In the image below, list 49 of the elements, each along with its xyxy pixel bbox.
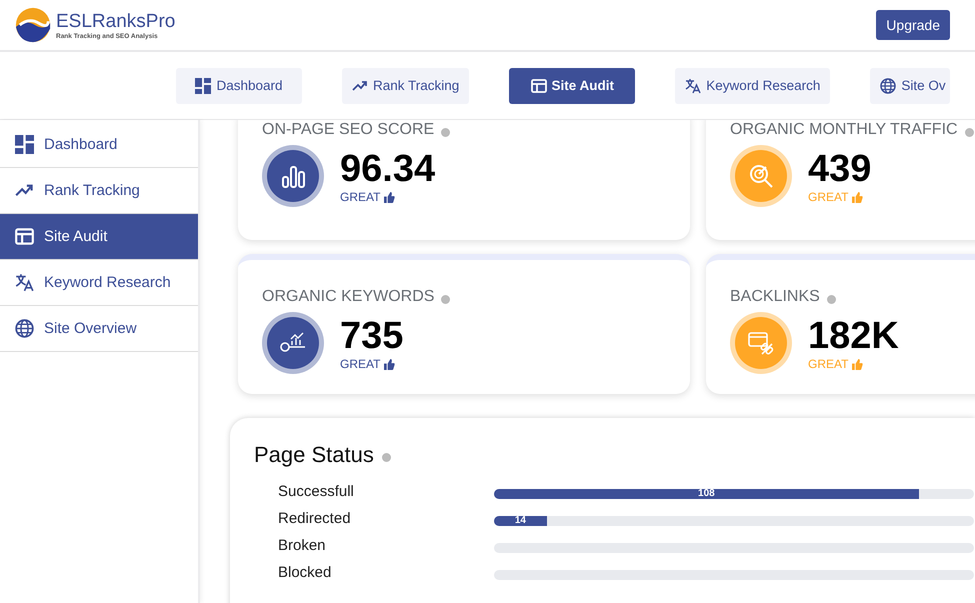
nav-tab[interactable]: Site Ov [870, 68, 950, 104]
status-label: Broken [277, 537, 327, 554]
translate-icon [15, 273, 34, 292]
sidebar-item[interactable]: Dashboard [0, 122, 198, 168]
rating-label: GREAT [808, 357, 848, 371]
globe-icon [15, 319, 34, 338]
nav-tab[interactable]: Rank Tracking [342, 68, 470, 104]
help-icon [441, 294, 450, 304]
globe-icon [880, 78, 896, 94]
dashboard-icon [15, 135, 34, 154]
rating-label: GREAT [340, 357, 380, 371]
page-status-title: Page Status [254, 442, 374, 468]
metric-value: 735 [340, 315, 404, 357]
metric-title: ORGANIC KEYWORDS [262, 288, 434, 306]
status-label: Redirected [277, 510, 352, 527]
status-label: Successfull [277, 483, 355, 500]
metric-value: 96.34 [340, 148, 436, 190]
thumbs-up-icon [384, 358, 396, 370]
thumbs-up-icon [852, 192, 864, 202]
rating-label: GREAT [808, 190, 848, 204]
window-icon [15, 227, 34, 246]
sidebar-item[interactable]: Rank Tracking [0, 168, 198, 214]
metric-title: ORGANIC MONTHLY TRAFFIC [730, 121, 958, 139]
sidebar-item[interactable]: Site Audit [0, 214, 198, 260]
translate-icon [685, 78, 702, 94]
nav-tab[interactable]: Site Audit [509, 68, 636, 104]
logo-name: ESLRanksPro [56, 10, 176, 32]
dashboard-icon [195, 78, 212, 94]
progress-value: 108 [698, 488, 715, 499]
metric-title: BACKLINKS [730, 288, 820, 306]
help-icon [441, 128, 450, 136]
thumbs-up-icon [384, 192, 396, 202]
help-icon [382, 452, 391, 462]
metric-value: 182K [808, 315, 899, 357]
nav-tab[interactable]: Keyword Research [675, 68, 830, 104]
help-icon [964, 128, 974, 136]
rating-label: GREAT [340, 190, 380, 204]
upgrade-button[interactable]: Upgrade [876, 10, 950, 40]
help-icon [826, 294, 836, 304]
status-label: Blocked [277, 564, 332, 581]
logo-icon [14, 6, 52, 44]
metric-title: ON-PAGE SEO SCORE [262, 121, 434, 139]
nav-tab[interactable]: Dashboard [176, 68, 302, 104]
metric-value: 439 [808, 148, 872, 190]
window-icon [530, 78, 547, 94]
progress-value: 14 [514, 515, 526, 526]
sidebar-item[interactable]: Site Overview [0, 306, 198, 352]
sidebar-item[interactable]: Keyword Research [0, 260, 198, 306]
thumbs-up-icon [852, 358, 864, 370]
